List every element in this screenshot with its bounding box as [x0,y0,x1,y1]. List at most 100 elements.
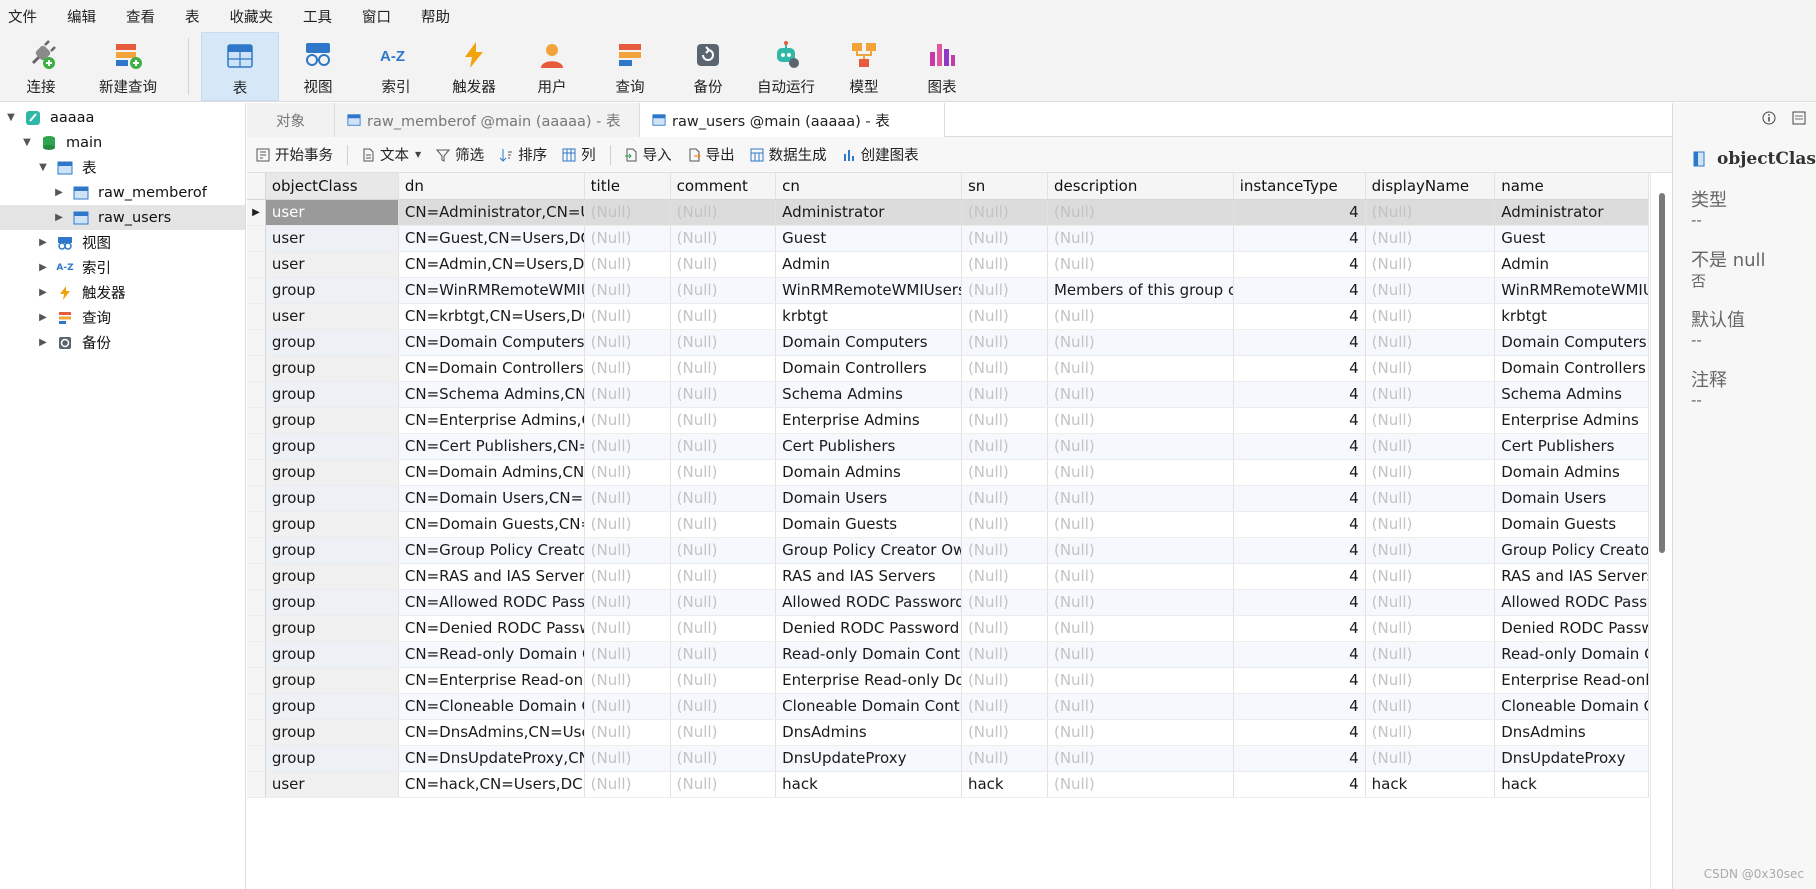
cell-displayName[interactable]: (Null) [1365,511,1496,538]
cell-dn[interactable]: CN=Schema Admins,CN= [398,381,585,408]
row-header[interactable] [247,433,266,460]
tree-tables-folder[interactable]: ▼ 表 [36,155,97,180]
cell-dn[interactable]: CN=Domain Admins,CN= [398,459,585,486]
cell-name[interactable]: Guest [1494,225,1649,252]
cell-objectClass[interactable]: group [265,511,399,538]
toolbar-button-backup[interactable]: 备份 [669,32,747,101]
ddl-icon[interactable] [1792,111,1806,129]
cell-comment[interactable]: (Null) [670,225,777,252]
cell-displayName[interactable]: (Null) [1365,303,1496,330]
cell-title[interactable]: (Null) [584,251,671,278]
cell-cn[interactable]: Enterprise Admins [775,407,962,434]
cell-dn[interactable]: CN=Denied RODC Passw [398,615,585,642]
table-row[interactable]: group CN=RAS and IAS Servers (Null) (Null) R… [247,563,1649,590]
cell-dn[interactable]: CN=Domain Computers,CN= [398,329,585,356]
cell-dn[interactable]: CN=hack,CN=Users,DC= [398,771,585,798]
cell-instanceType[interactable]: 4 [1233,693,1366,720]
menu-item[interactable]: 工具 [303,6,332,27]
toolbar-button-trigger-bolt[interactable]: 触发器 [435,32,513,101]
cell-dn[interactable]: CN=Domain Users,CN=U [398,485,585,512]
cell-objectClass[interactable]: group [265,745,399,772]
cell-instanceType[interactable]: 4 [1233,251,1366,278]
cell-displayName[interactable]: (Null) [1365,719,1496,746]
cell-cn[interactable]: Domain Computers [775,329,962,356]
table-row[interactable]: userCN=krbtgt,CN=Users,DC=(Null)(Null)kr… [247,303,1649,330]
cell-sn[interactable]: (Null) [961,563,1048,590]
cell-title[interactable]: (Null) [584,667,671,694]
cell-cn[interactable]: Domain Controllers [775,355,962,382]
cell-cn[interactable]: hack [775,771,962,798]
cell-title[interactable]: (Null) [584,459,671,486]
cell-instanceType[interactable]: 4 [1233,407,1366,434]
table-row[interactable]: userCN=Admin,CN=Users,DC=(Null)(Null)Adm… [247,251,1649,278]
grid-vertical-scrollbar[interactable] [1650,173,1672,889]
cell-sn[interactable]: (Null) [961,615,1048,642]
cell-dn[interactable]: CN=Domain Guests,CN= [398,511,585,538]
cell-name[interactable]: WinRMRemoteWMIUsers [1494,277,1649,304]
cell-cn[interactable]: Domain Admins [775,459,962,486]
cell-objectClass[interactable]: user [265,225,399,252]
cell-dn[interactable]: CN=Domain Controllers,CN= [398,355,585,382]
cell-displayName[interactable]: (Null) [1365,641,1496,668]
cell-instanceType[interactable]: 4 [1233,589,1366,616]
cell-name[interactable]: Cert Publishers [1494,433,1649,460]
row-header[interactable] [247,537,266,564]
cell-objectClass[interactable]: group [265,719,399,746]
cell-sn[interactable]: (Null) [961,511,1048,538]
cell-cn[interactable]: krbtgt [775,303,962,330]
cell-displayName[interactable]: (Null) [1365,251,1496,278]
column-header-objectClass[interactable]: objectClass [265,173,399,200]
cell-objectClass[interactable]: group [265,693,399,720]
cell-title[interactable]: (Null) [584,303,671,330]
cell-cn[interactable]: Group Policy Creator Ow [775,537,962,564]
cell-displayName[interactable]: (Null) [1365,355,1496,382]
cell-sn[interactable]: (Null) [961,225,1048,252]
cell-instanceType[interactable]: 4 [1233,199,1366,226]
tree-backups-folder[interactable]: ▶ 备份 [36,330,111,355]
cell-description[interactable]: (Null) [1047,485,1234,512]
tree-views-folder[interactable]: ▶ 视图 [36,230,111,255]
cell-cn[interactable]: Enterprise Read-only Do [775,667,962,694]
cell-name[interactable]: RAS and IAS Servers [1494,563,1649,590]
cell-displayName[interactable]: (Null) [1365,381,1496,408]
cell-sn[interactable]: (Null) [961,641,1048,668]
cell-comment[interactable]: (Null) [670,199,777,226]
table-row[interactable]: groupCN=Domain Controllers,CN=(Null)(Nul… [247,355,1649,382]
cell-comment[interactable]: (Null) [670,511,777,538]
cell-sn[interactable]: (Null) [961,251,1048,278]
row-header[interactable] [247,511,266,538]
menu-item[interactable]: 文件 [8,6,37,27]
filter-button[interactable]: 筛选 [435,144,484,165]
menu-item[interactable]: 帮助 [421,6,450,27]
cell-title[interactable]: (Null) [584,745,671,772]
cell-cn[interactable]: Denied RODC Password [775,615,962,642]
row-header[interactable] [247,251,266,278]
row-header[interactable] [247,771,266,798]
cell-cn[interactable]: Domain Guests [775,511,962,538]
tree-triggers-folder[interactable]: ▶ 触发器 [36,280,126,305]
column-header-dn[interactable]: dn [398,173,585,200]
cell-title[interactable]: (Null) [584,537,671,564]
cell-objectClass[interactable]: user [265,199,399,226]
cell-displayName[interactable]: (Null) [1365,563,1496,590]
cell-sn[interactable]: hack [961,771,1048,798]
row-header[interactable] [247,719,266,746]
row-header[interactable] [247,303,266,330]
cell-objectClass[interactable]: group [265,381,399,408]
cell-objectClass[interactable]: user [265,771,399,798]
cell-dn[interactable]: CN=Cert Publishers,CN= [398,433,585,460]
cell-comment[interactable]: (Null) [670,303,777,330]
menu-item[interactable]: 窗口 [362,6,391,27]
cell-comment[interactable]: (Null) [670,537,777,564]
row-header[interactable] [247,277,266,304]
cell-title[interactable]: (Null) [584,615,671,642]
cell-dn[interactable]: CN=DnsAdmins,CN=Use [398,719,585,746]
cell-sn[interactable]: (Null) [961,407,1048,434]
column-header-name[interactable]: name [1494,173,1649,200]
cell-name[interactable]: Domain Guests [1494,511,1649,538]
cell-cn[interactable]: WinRMRemoteWMIUsers [775,277,962,304]
tab-raw-memberof[interactable]: raw_memberof @main (aaaaa) - 表 [335,103,640,137]
cell-instanceType[interactable]: 4 [1233,641,1366,668]
cell-description[interactable]: (Null) [1047,511,1234,538]
tree-queries-folder[interactable]: ▶ 查询 [36,305,111,330]
